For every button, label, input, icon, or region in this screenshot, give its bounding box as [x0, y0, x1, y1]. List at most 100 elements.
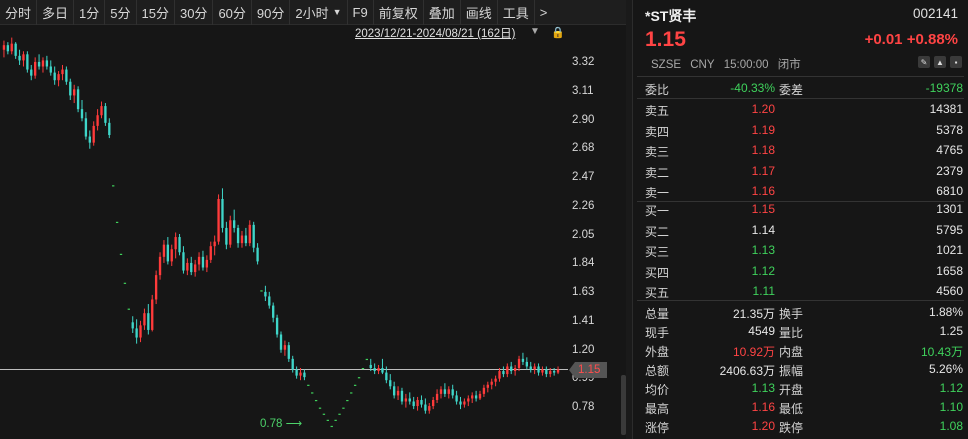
stat-label: 振幅	[779, 364, 804, 378]
stats-row: 总额 2406.63万 振幅 5.26%	[633, 359, 968, 380]
edit-icon[interactable]: ✎	[918, 56, 930, 68]
stat-value: 5.26%	[928, 362, 963, 376]
candle	[502, 366, 505, 378]
ask-level-label: 卖三	[645, 145, 670, 159]
ask-level-row[interactable]: 卖三 1.18 4765	[633, 140, 968, 161]
period-60min-button[interactable]: 60分	[213, 0, 252, 25]
drawing-button[interactable]: 画线	[461, 0, 498, 25]
tools-button[interactable]: 工具	[498, 0, 535, 25]
chevron-down-icon: ▼	[332, 7, 342, 17]
price-axis-tick: 1.41	[572, 314, 595, 327]
stat-value: 1.13	[751, 381, 775, 395]
stat-label: 现手	[645, 326, 670, 340]
candle	[392, 381, 396, 399]
chevron-down-icon[interactable]: ▼	[530, 26, 540, 37]
candle	[69, 78, 72, 100]
candle	[463, 398, 466, 408]
stat-value: 4549	[748, 324, 775, 338]
lock-icon[interactable]: 🔒	[551, 26, 565, 39]
candle	[311, 392, 314, 394]
stat-label: 最低	[779, 402, 804, 416]
stats-row: 最高 1.16 最低 1.10	[633, 397, 968, 418]
bid-level-row[interactable]: 买二 1.14 5795	[633, 220, 968, 241]
ask-level-row[interactable]: 卖二 1.17 2379	[633, 161, 968, 182]
alert-bell-icon[interactable]: ▲	[934, 56, 946, 68]
market-status: 闭市	[777, 59, 801, 71]
candle	[361, 368, 365, 370]
stat-value: 1.12	[939, 381, 963, 395]
ask-level-label: 卖二	[645, 165, 670, 180]
period-intraday-button[interactable]: 分时	[0, 0, 38, 25]
bid-volume: 1021	[936, 243, 963, 257]
f9-button[interactable]: F9	[348, 0, 374, 25]
adjust-forward-button[interactable]: 前复权	[374, 0, 424, 25]
period-30min-button[interactable]: 30分	[175, 0, 214, 25]
bid-level-row[interactable]: 买一 1.15 1301	[633, 199, 968, 220]
period-5min-button[interactable]: 5分	[105, 0, 137, 25]
scrollbar[interactable]	[621, 375, 626, 435]
stat-label: 换手	[779, 307, 804, 321]
stat-label: 内盘	[779, 345, 804, 359]
candle	[396, 386, 400, 400]
candle	[307, 384, 310, 386]
ask-level-row[interactable]: 卖四 1.19 5378	[633, 120, 968, 141]
stat-label: 最高	[645, 402, 670, 416]
candle	[61, 64, 64, 81]
candle	[178, 234, 181, 256]
period-15min-button[interactable]: 15分	[137, 0, 175, 25]
candle	[318, 407, 322, 409]
bid-level-row[interactable]: 买四 1.12 1658	[633, 261, 968, 282]
period-1min-button[interactable]: 1分	[74, 0, 106, 25]
candle	[37, 54, 41, 70]
period-2hour-dropdown[interactable]: 2小时 ▼	[290, 0, 348, 25]
candle	[143, 308, 146, 330]
period-toolbar: 分时 多日 1分 5分 15分 30分 60分 90分 2小时 ▼ F9 前复权…	[0, 0, 626, 25]
price-axis-tick: 1.20	[572, 343, 595, 356]
bid-level-label: 买五	[645, 286, 670, 300]
candle	[389, 374, 392, 390]
candle	[201, 250, 205, 271]
bid-level-row[interactable]: 买三 1.13 1021	[633, 240, 968, 261]
ask-level-row[interactable]: 卖五 1.20 14381	[633, 99, 968, 120]
stat-value: 2406.63万	[719, 364, 775, 378]
current-price-tag: 1.15	[569, 362, 607, 378]
period-multiday-button[interactable]: 多日	[37, 0, 75, 25]
ask-price: 1.20	[751, 102, 775, 116]
candle	[26, 51, 29, 73]
kline-chart[interactable]: 2023/12/21-2024/08/21 (162日) ▼ 🔒 3.32 3.1…	[0, 25, 626, 439]
candle	[22, 51, 25, 67]
candle	[314, 399, 318, 402]
candle	[127, 308, 130, 310]
more-button[interactable]: >	[535, 0, 553, 25]
candle	[76, 86, 80, 113]
weicha-value: -19378	[925, 81, 963, 95]
candle	[174, 232, 177, 259]
exchange: SZSE	[651, 59, 682, 71]
stats-row: 均价 1.13 开盘 1.12	[633, 378, 968, 399]
period-90min-button[interactable]: 90分	[252, 0, 291, 25]
price-axis-tick: 1.63	[572, 286, 595, 298]
bid-price: 1.12	[751, 263, 775, 278]
ask-price: 1.17	[751, 163, 775, 178]
overlay-button[interactable]: 叠加	[424, 0, 461, 25]
more-icon[interactable]: ▪	[950, 56, 962, 68]
candle	[353, 384, 357, 386]
bid-level-label: 买四	[645, 265, 670, 280]
candle	[404, 393, 408, 408]
candle	[186, 258, 189, 276]
candle	[291, 355, 294, 373]
date-range-selector[interactable]: 2023/12/21-2024/08/21 (162日)	[355, 25, 515, 40]
bid-volume: 4560	[936, 284, 963, 298]
divider	[637, 76, 964, 77]
candle	[10, 37, 13, 55]
candle	[268, 291, 271, 309]
ask-volume: 14381	[929, 102, 963, 116]
stat-value: 1.88%	[928, 305, 963, 319]
candle	[244, 227, 248, 247]
candle	[123, 282, 127, 284]
candle	[209, 241, 212, 263]
bid-level-row[interactable]: 买五 1.11 4560	[633, 281, 968, 302]
candle	[84, 112, 88, 140]
candle	[510, 361, 513, 375]
candle	[92, 121, 95, 146]
